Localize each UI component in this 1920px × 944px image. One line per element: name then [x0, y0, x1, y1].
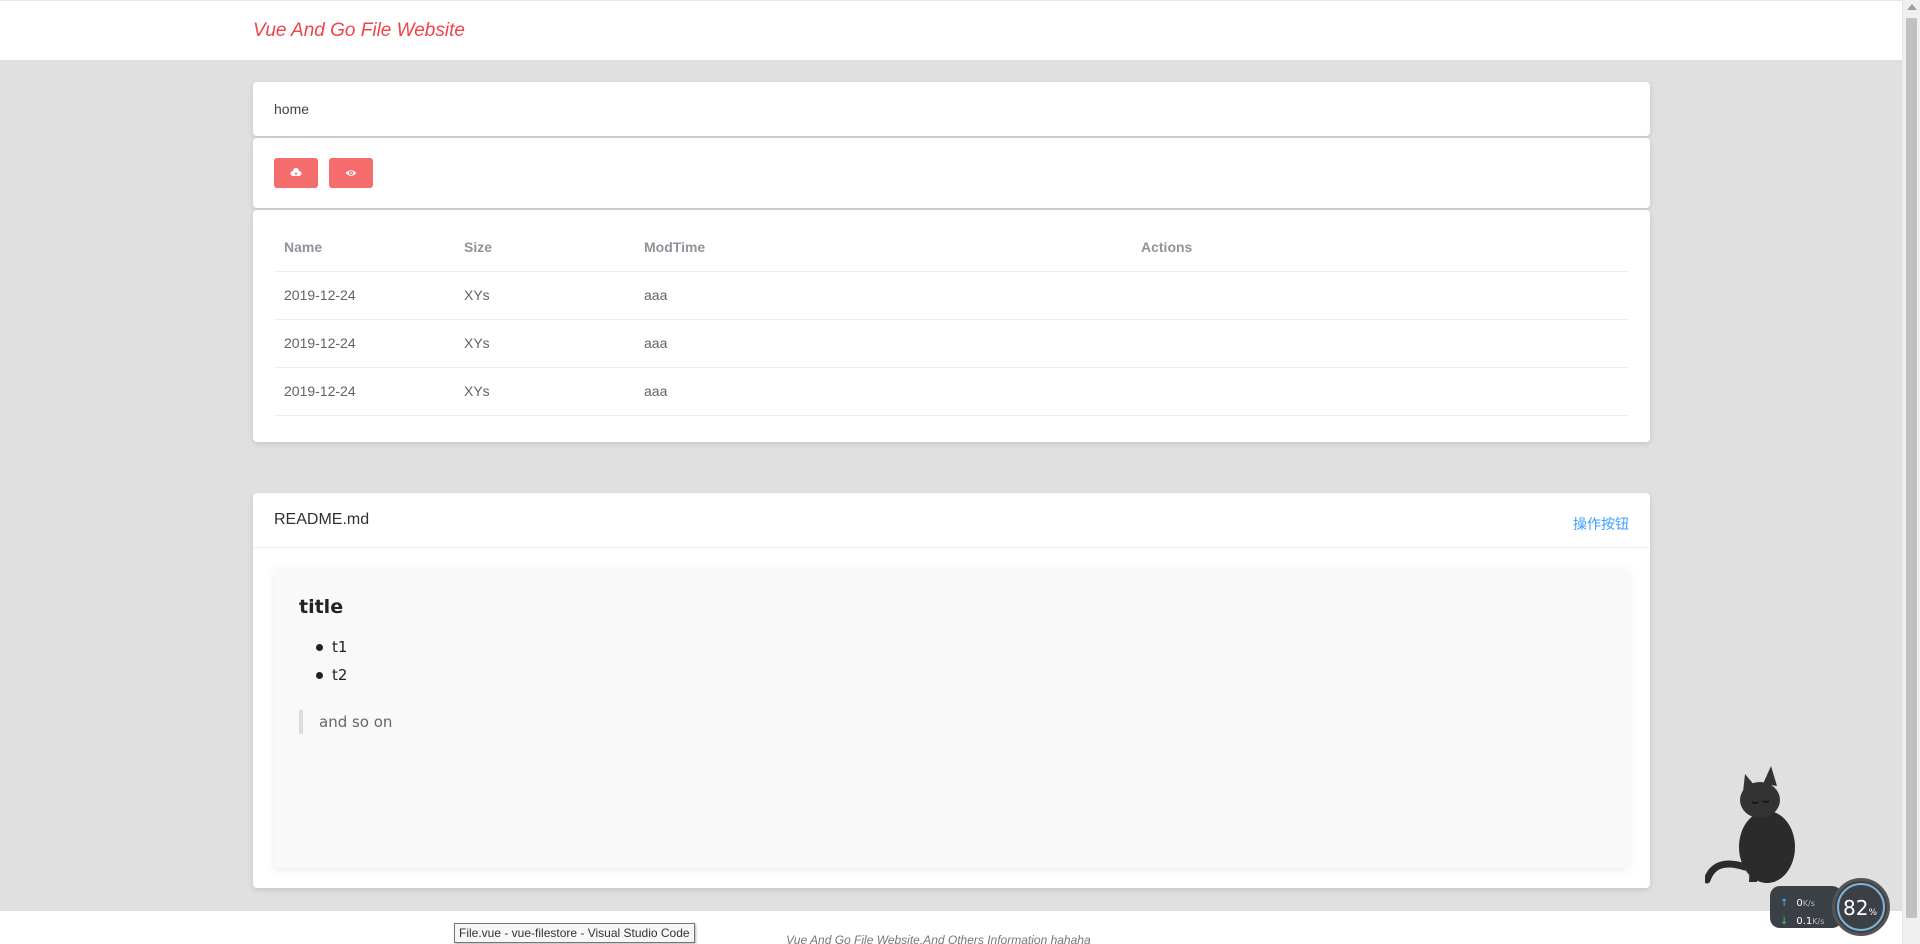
- upload-speed: ↑ 0K/s: [1780, 898, 1815, 909]
- footer-text: Vue And Go File Website.And Others Infor…: [786, 933, 1091, 944]
- cell-name: 2019-12-24: [274, 271, 454, 320]
- gauge-value: 82%: [1843, 896, 1878, 920]
- desktop-pet-cat-icon[interactable]: [1705, 752, 1815, 887]
- download-arrow-icon: ↓: [1780, 916, 1789, 927]
- breadcrumb[interactable]: home: [274, 101, 309, 117]
- markdown-preview: title t1 t2 and so on: [274, 568, 1629, 868]
- column-header-actions: Actions: [1131, 223, 1629, 272]
- cell-modtime: aaa: [634, 271, 1131, 320]
- table-row[interactable]: 2019-12-24 XYs aaa: [274, 367, 1629, 416]
- upload-arrow-icon: ↑: [1780, 898, 1789, 909]
- site-brand[interactable]: Vue And Go File Website: [253, 20, 465, 42]
- file-table: Name Size ModTime Actions 2019-12-24 XYs…: [274, 223, 1629, 416]
- scroll-thumb[interactable]: [1906, 18, 1917, 918]
- cell-actions: [1131, 367, 1629, 416]
- scroll-up-arrow-icon[interactable]: [1907, 4, 1917, 10]
- column-header-size[interactable]: Size: [454, 223, 634, 272]
- readme-header: README.md 操作按钮: [253, 493, 1650, 548]
- markdown-heading: title: [299, 596, 344, 618]
- upload-button[interactable]: [274, 158, 318, 188]
- cell-modtime: aaa: [634, 319, 1131, 368]
- cell-size: XYs: [454, 367, 634, 416]
- readme-title: README.md: [274, 511, 370, 528]
- vertical-scrollbar[interactable]: [1902, 0, 1920, 944]
- list-item: t1: [299, 638, 347, 666]
- column-header-modtime[interactable]: ModTime: [634, 223, 1131, 272]
- cell-actions: [1131, 271, 1629, 320]
- toolbar-card: [253, 138, 1650, 208]
- preview-button[interactable]: [329, 158, 373, 188]
- table-row[interactable]: 2019-12-24 XYs aaa: [274, 319, 1629, 368]
- cell-size: XYs: [454, 271, 634, 320]
- markdown-blockquote: and so on: [299, 710, 392, 734]
- readme-card: README.md 操作按钮 title t1 t2 and so on: [253, 493, 1650, 888]
- cell-name: 2019-12-24: [274, 319, 454, 368]
- network-monitor-widget[interactable]: ↑ 0K/s ↓ 0.1K/s 82%: [1770, 878, 1890, 936]
- cell-size: XYs: [454, 319, 634, 368]
- footer: Vue And Go File Website.And Others Infor…: [0, 910, 1902, 944]
- memory-usage-gauge[interactable]: 82%: [1832, 878, 1890, 936]
- download-speed: ↓ 0.1K/s: [1780, 916, 1825, 927]
- table-row[interactable]: 2019-12-24 XYs aaa: [274, 271, 1629, 320]
- readme-action-button[interactable]: 操作按钮: [1573, 514, 1629, 534]
- cell-actions: [1131, 319, 1629, 368]
- top-navbar: Vue And Go File Website: [0, 0, 1902, 61]
- cell-modtime: aaa: [634, 367, 1131, 416]
- list-item: t2: [299, 666, 347, 694]
- file-table-card: Name Size ModTime Actions 2019-12-24 XYs…: [253, 210, 1650, 442]
- cell-name: 2019-12-24: [274, 367, 454, 416]
- markdown-list: t1 t2: [299, 638, 347, 694]
- table-header-row: Name Size ModTime Actions: [274, 223, 1629, 272]
- eye-icon: [345, 170, 357, 176]
- breadcrumb-card: home: [253, 82, 1650, 136]
- column-header-name[interactable]: Name: [274, 223, 454, 272]
- upload-cloud-icon: [290, 168, 302, 176]
- taskbar-tooltip: File.vue - vue-filestore - Visual Studio…: [454, 923, 695, 943]
